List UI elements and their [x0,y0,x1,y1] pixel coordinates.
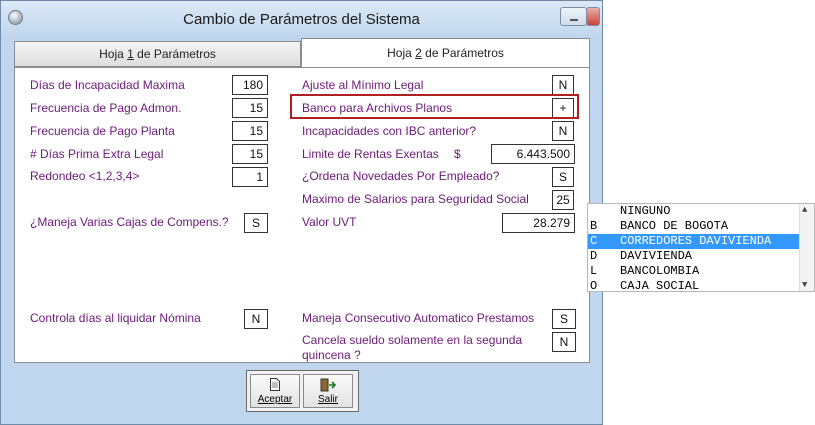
dropdown-option[interactable]: NINGUNO [588,204,814,219]
limite-rentas-field[interactable]: 6.443.500 [491,144,575,164]
dias-incapacidad-field[interactable]: 180 [232,75,268,95]
cajas-compens-label: ¿Maneja Varias Cajas de Compens.? [30,215,229,229]
dias-incapacidad-label: Días de Incapacidad Maxima [30,78,185,92]
tab-hoja-2-pre: Hoja [387,46,416,60]
aceptar-button[interactable]: Aceptar [250,374,300,408]
limite-rentas-label: Limite de Rentas Exentas [302,147,439,161]
scroll-down-icon[interactable]: ▼ [802,280,807,290]
controla-dias-label: Controla días al liquidar Nómina [30,311,201,325]
title-bar[interactable]: Cambio de Parámetros del Sistema [1,1,602,35]
ajuste-minimo-label: Ajuste al Mínimo Legal [302,78,424,92]
redondeo-label: Redondeo <1,2,3,4> [30,169,140,183]
dropdown-option[interactable]: L BANCOLOMBIA [588,264,814,279]
window-title: Cambio de Parámetros del Sistema [183,11,420,28]
tab-hoja-1-key: 1 [127,47,134,61]
valor-uvt-field[interactable]: 28.279 [502,213,575,233]
dropdown-option[interactable]: O CAJA SOCIAL [588,279,814,291]
frecuencia-admon-field[interactable]: 15 [232,98,268,118]
dropdown-option[interactable]: B BANCO DE BOGOTA [588,219,814,234]
cancela-sueldo-label-1: Cancela sueldo solamente en la segunda [302,333,523,347]
cancela-sueldo-field[interactable]: N [552,332,576,352]
tab-hoja-1[interactable]: Hoja 1 de Parámetros [14,41,301,67]
ordena-novedades-field[interactable]: S [552,167,574,187]
incapacidades-ibc-field[interactable]: N [552,121,574,141]
dropdown-option-selected[interactable]: C CORREDORES DAVIVIENDA [588,234,814,249]
frecuencia-planta-field[interactable]: 15 [232,121,268,141]
cajas-compens-field[interactable]: S [244,213,268,233]
consecutivo-prestamos-label: Maneja Consecutivo Automatico Prestamos [302,311,535,325]
valor-uvt-label: Valor UVT [302,215,357,229]
currency-symbol: $ [454,147,461,161]
consecutivo-prestamos-field[interactable]: S [552,309,576,329]
banco-highlight-frame [290,94,579,119]
minimize-button[interactable] [560,7,587,26]
redondeo-field[interactable]: 1 [232,167,268,187]
dropdown-option[interactable]: D DAVIVIENDA [588,249,814,264]
salir-label: Salir [317,394,338,405]
aceptar-label: Aceptar [257,394,293,405]
frecuencia-admon-label: Frecuencia de Pago Admon. [30,101,182,115]
ordena-novedades-label: ¿Ordena Novedades Por Empleado? [302,169,500,183]
incapacidades-ibc-label: Incapacidades con IBC anterior? [302,124,477,138]
maximo-salarios-field[interactable]: 25 [552,190,574,210]
salir-button[interactable]: Salir [303,374,353,408]
tab-hoja-1-post: de Parámetros [133,47,216,61]
button-bar: Aceptar Salir [246,370,359,412]
document-icon [251,378,299,392]
scroll-up-icon[interactable]: ▲ [802,205,807,215]
tab-hoja-2[interactable]: Hoja 2 de Parámetros [301,38,590,68]
banco-dropdown-list[interactable]: NINGUNO B BANCO DE BOGOTA C CORREDORES DAV… [587,203,815,292]
maximo-salarios-label: Maximo de Salarios para Seguridad Social [302,192,529,206]
cancela-sueldo-label-2: quincena ? [302,348,361,362]
dropdown-scrollbar[interactable]: ▲ ▼ [799,204,814,291]
close-button[interactable] [586,7,600,26]
dias-prima-field[interactable]: 15 [232,144,268,164]
tab-hoja-1-pre: Hoja [99,47,128,61]
tab-hoja-2-post: de Parámetros [421,46,504,60]
controla-dias-field[interactable]: N [244,309,268,329]
frecuencia-planta-label: Frecuencia de Pago Planta [30,124,175,138]
tab-hoja-2-key: 2 [415,46,422,60]
parameters-window: Cambio de Parámetros del Sistema Hoja 1 … [0,0,603,425]
dias-prima-label: # Días Prima Extra Legal [30,147,164,161]
ajuste-minimo-field[interactable]: N [552,75,574,95]
exit-door-icon [304,378,352,392]
